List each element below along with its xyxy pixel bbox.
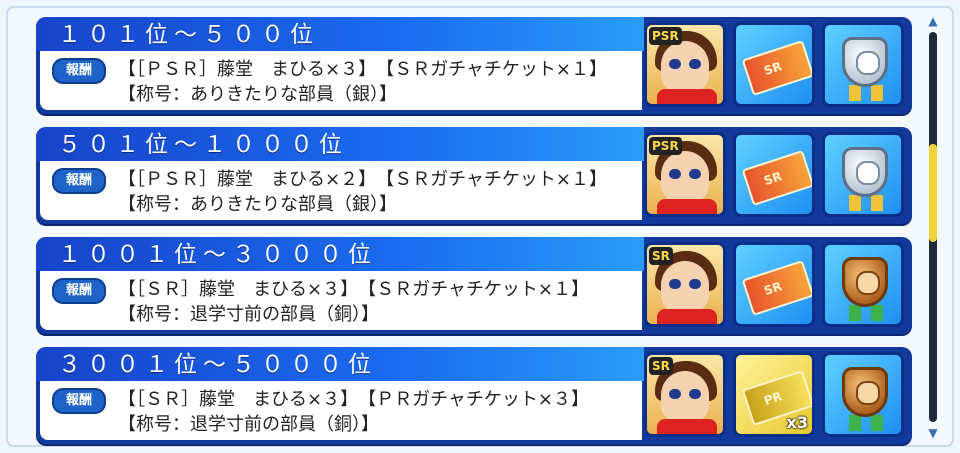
- character-eye: [669, 389, 681, 399]
- reward-row: ５０１位〜１０００位 報酬 【［ＰＳＲ］藤堂 まひる×２】 【ＳＲガチャチケット…: [36, 127, 912, 224]
- reward-items-text: 【［ＳＲ］藤堂 まひる×３】 【ＳＲガチャチケット×１】: [118, 279, 589, 300]
- rank-range-title: ３００１位〜５０００位: [58, 352, 377, 378]
- character-shirt: [657, 419, 717, 434]
- ribbon-icon: [849, 415, 861, 431]
- scrollbar[interactable]: ▲ ▼: [924, 14, 942, 440]
- title-medal-reward[interactable]: [822, 22, 904, 107]
- card-rank-tag: SR: [649, 247, 673, 265]
- ticket-count: x3: [786, 413, 808, 432]
- reward-badge: 報酬: [52, 168, 106, 194]
- silver-medal-icon: [842, 37, 888, 87]
- reward-badge: 報酬: [52, 388, 106, 414]
- ticket-label: SR: [762, 59, 784, 79]
- scroll-track[interactable]: [929, 32, 937, 422]
- baseball-icon: [856, 381, 880, 405]
- title-medal-reward[interactable]: [822, 242, 904, 327]
- character-shirt: [657, 89, 717, 104]
- character-face: [661, 261, 709, 313]
- reward-items-text: 【［ＰＳＲ］藤堂 まひる×３】 【ＳＲガチャチケット×１】: [118, 59, 607, 80]
- ticket-label: PR: [762, 389, 784, 409]
- card-rank-tag: SR: [649, 357, 673, 375]
- character-eye: [669, 279, 681, 289]
- character-card-reward[interactable]: PSR: [644, 132, 726, 217]
- title-medal-reward[interactable]: [822, 352, 904, 437]
- reward-row: １００１位〜３０００位 報酬 【［ＳＲ］藤堂 まひる×３】 【ＳＲガチャチケット…: [36, 237, 912, 334]
- row-body: 報酬 【［ＰＳＲ］藤堂 まひる×２】 【ＳＲガチャチケット×１】 【称号：ありき…: [40, 161, 642, 220]
- row-body: 報酬 【［ＳＲ］藤堂 まひる×３】 【ＳＲガチャチケット×１】 【称号：退学寸前…: [40, 271, 642, 330]
- reward-title-text: 【称号：退学寸前の部員（銅）】: [118, 414, 379, 435]
- reward-badge: 報酬: [52, 278, 106, 304]
- ticket-icon: SR: [741, 40, 812, 96]
- bronze-medal-icon: [842, 257, 888, 307]
- character-eye: [689, 279, 701, 289]
- silver-medal-icon: [842, 147, 888, 197]
- ribbon-icon: [849, 305, 861, 321]
- scroll-down-arrow-icon[interactable]: ▼: [925, 426, 941, 440]
- ribbon-icon: [849, 85, 861, 101]
- character-eye: [689, 59, 701, 69]
- ribbon-icon: [871, 415, 883, 431]
- card-rank-tag: PSR: [649, 137, 682, 155]
- character-eye: [689, 169, 701, 179]
- ribbon-icon: [871, 85, 883, 101]
- character-eye: [669, 169, 681, 179]
- row-body: 報酬 【［ＰＳＲ］藤堂 まひる×３】 【ＳＲガチャチケット×１】 【称号：ありき…: [40, 51, 642, 110]
- row-header: １０１位〜５００位: [36, 17, 644, 51]
- title-medal-reward[interactable]: [822, 132, 904, 217]
- character-face: [661, 371, 709, 423]
- baseball-icon: [856, 271, 880, 295]
- ticket-icon: SR: [741, 260, 812, 316]
- row-header: ３００１位〜５０００位: [36, 347, 644, 381]
- gacha-ticket-reward[interactable]: SR: [733, 242, 815, 327]
- character-card-reward[interactable]: PSR: [644, 22, 726, 107]
- ticket-label: SR: [762, 169, 784, 189]
- reward-title-text: 【称号：退学寸前の部員（銅）】: [118, 304, 379, 325]
- reward-row: ３００１位〜５０００位 報酬 【［ＳＲ］藤堂 まひる×３】 【ＰＲガチャチケット…: [36, 347, 912, 444]
- character-card-reward[interactable]: SR: [644, 352, 726, 437]
- rank-range-title: １００１位〜３０００位: [58, 242, 377, 268]
- character-shirt: [657, 199, 717, 214]
- reward-items-text: 【［ＳＲ］藤堂 まひる×３】 【ＰＲガチャチケット×３】: [118, 389, 589, 410]
- gacha-ticket-reward[interactable]: SR: [733, 22, 815, 107]
- reward-title-text: 【称号：ありきたりな部員（銀）】: [118, 194, 397, 215]
- rank-range-title: １０１位〜５００位: [58, 22, 319, 48]
- ribbon-icon: [849, 195, 861, 211]
- gacha-ticket-reward[interactable]: PR x3: [733, 352, 815, 437]
- reward-badge: 報酬: [52, 58, 106, 84]
- ticket-label: SR: [762, 279, 784, 299]
- gacha-ticket-reward[interactable]: SR: [733, 132, 815, 217]
- row-header: ５０１位〜１０００位: [36, 127, 644, 161]
- scroll-up-arrow-icon[interactable]: ▲: [925, 14, 941, 28]
- rank-range-title: ５０１位〜１０００位: [58, 132, 348, 158]
- baseball-icon: [856, 161, 880, 185]
- character-face: [661, 151, 709, 203]
- character-eye: [669, 59, 681, 69]
- card-rank-tag: PSR: [649, 27, 682, 45]
- row-header: １００１位〜３０００位: [36, 237, 644, 271]
- bronze-medal-icon: [842, 367, 888, 417]
- reward-items-text: 【［ＰＳＲ］藤堂 まひる×２】 【ＳＲガチャチケット×１】: [118, 169, 607, 190]
- character-card-reward[interactable]: SR: [644, 242, 726, 327]
- reward-row: １０１位〜５００位 報酬 【［ＰＳＲ］藤堂 まひる×３】 【ＳＲガチャチケット×…: [36, 17, 912, 114]
- character-face: [661, 41, 709, 93]
- character-shirt: [657, 309, 717, 324]
- reward-title-text: 【称号：ありきたりな部員（銀）】: [118, 84, 397, 105]
- ribbon-icon: [871, 195, 883, 211]
- row-body: 報酬 【［ＳＲ］藤堂 まひる×３】 【ＰＲガチャチケット×３】 【称号：退学寸前…: [40, 381, 642, 440]
- ribbon-icon: [871, 305, 883, 321]
- character-eye: [689, 389, 701, 399]
- scroll-thumb[interactable]: [929, 144, 937, 242]
- ticket-icon: SR: [741, 150, 812, 206]
- baseball-icon: [856, 51, 880, 75]
